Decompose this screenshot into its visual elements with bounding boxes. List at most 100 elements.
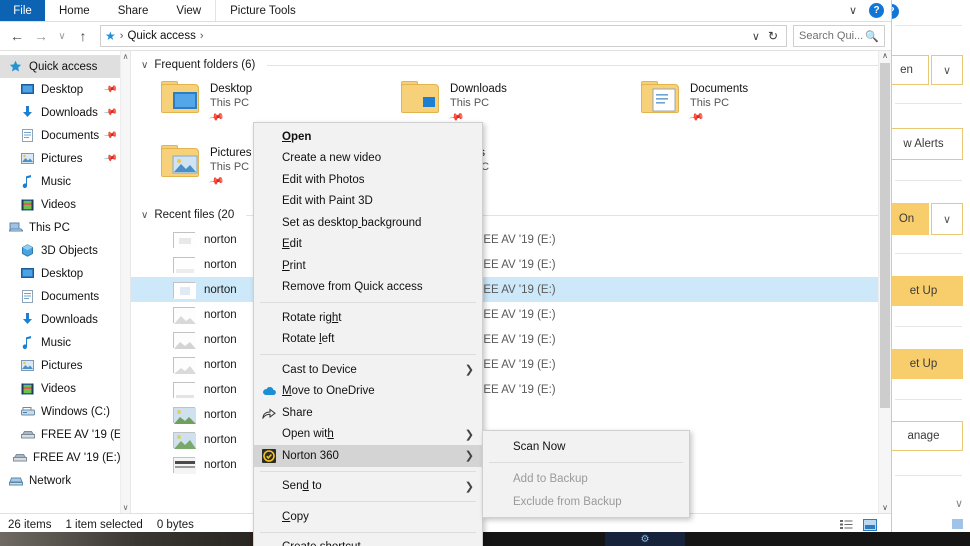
menu-item-edit-with-photos[interactable]: Edit with Photos — [254, 169, 482, 191]
menu-item-cast-to-device[interactable]: Cast to Device❯ — [254, 359, 482, 381]
menu-item-set-as-desktop-background[interactable]: Set as desktop background — [254, 212, 482, 234]
bg-scroll-down-icon[interactable]: ∨ — [955, 497, 963, 510]
menu-item-open[interactable]: Open — [254, 126, 482, 148]
sidebar-item-free-av-19-e[interactable]: FREE AV '19 (E:) — [0, 423, 130, 446]
menu-item-norton-360[interactable]: Norton 360❯ — [254, 445, 482, 467]
file-row[interactable]: nortonFREE AV '19 (E:) — [131, 377, 891, 402]
pin-icon[interactable]: 📌 — [103, 151, 118, 166]
nav-scrollbar[interactable]: ∧ ∨ — [120, 51, 130, 513]
folder-tile[interactable]: DocumentsThis PC📌 — [641, 77, 881, 141]
content-scrollbar[interactable]: ∧ ∨ — [878, 51, 891, 513]
sidebar-item-videos[interactable]: Videos — [0, 193, 130, 216]
submenu-item-scan-now[interactable]: Scan Now — [483, 435, 689, 458]
up-button[interactable]: ↑ — [72, 25, 94, 47]
menu-item-rotate-left[interactable]: Rotate left — [254, 329, 482, 351]
breadcrumb-item-quick-access[interactable]: Quick access — [127, 30, 195, 42]
sidebar-item-downloads[interactable]: Downloads — [0, 308, 130, 331]
menu-item-edit[interactable]: Edit — [254, 234, 482, 256]
menu-item-open-with[interactable]: Open with❯ — [254, 424, 482, 446]
tab-file[interactable]: File — [0, 0, 45, 21]
file-row[interactable]: nortonFREE AV '19 (E:) — [131, 327, 891, 352]
pin-icon[interactable]: 📌 — [208, 173, 225, 189]
menu-item-share[interactable]: Share — [254, 402, 482, 424]
menu-item-remove-from-quick-access[interactable]: Remove from Quick access — [254, 277, 482, 299]
menu-item-print[interactable]: Print — [254, 255, 482, 277]
menu-item-move-to-onedrive[interactable]: Move to OneDrive — [254, 381, 482, 403]
sidebar-item-downloads[interactable]: Downloads📌 — [0, 101, 130, 124]
folder-location: This PC — [690, 97, 748, 109]
sidebar-item-windows-c[interactable]: Windows (C:) — [0, 400, 130, 423]
menu-item-create-shortcut[interactable]: Create shortcut — [254, 537, 482, 546]
menu-item-edit-with-paint-3d[interactable]: Edit with Paint 3D — [254, 191, 482, 213]
menu-item-label: Edit — [282, 238, 302, 250]
pin-icon[interactable]: 📌 — [103, 128, 118, 143]
file-thumbnail-icon — [173, 282, 195, 298]
group-twisty-icon[interactable]: ∨ — [141, 60, 148, 71]
file-row[interactable]: nortonFREE AV '19 (E:) — [131, 227, 891, 252]
menu-item-send-to[interactable]: Send to❯ — [254, 476, 482, 498]
menu-item-rotate-right[interactable]: Rotate right — [254, 307, 482, 329]
tab-view[interactable]: View — [162, 0, 215, 21]
tab-home[interactable]: Home — [45, 0, 104, 21]
pin-icon[interactable]: 📌 — [688, 109, 705, 125]
sidebar-item-network[interactable]: Network — [0, 469, 130, 492]
file-row[interactable]: nortonFREE AV '19 (E:) — [131, 252, 891, 277]
sidebar-item-desktop[interactable]: Desktop — [0, 262, 130, 285]
tab-picture-tools[interactable]: Picture Tools — [215, 0, 310, 21]
group-twisty-icon-2[interactable]: ∨ — [141, 210, 148, 221]
bg-on-chevron-icon[interactable]: ∨ — [931, 203, 963, 235]
recent-locations-button[interactable]: ∨ — [54, 25, 70, 47]
address-history-chevron-down-icon[interactable]: ∨ — [752, 30, 760, 43]
large-icons-view-icon[interactable] — [862, 518, 877, 532]
pin-icon[interactable]: 📌 — [103, 105, 118, 120]
back-button[interactable]: ← — [6, 25, 28, 47]
refresh-icon[interactable]: ↻ — [768, 29, 778, 43]
content-scroll-thumb[interactable] — [880, 63, 890, 408]
sidebar-item-free-av-19-e[interactable]: FREE AV '19 (E:) — [0, 446, 130, 469]
details-view-icon[interactable] — [839, 518, 854, 532]
content-scroll-up-icon[interactable]: ∧ — [879, 51, 891, 60]
forward-button[interactable]: → — [30, 25, 52, 47]
bg-view-alerts-button[interactable]: w Alerts — [884, 128, 963, 160]
menu-item-create-a-new-video[interactable]: Create a new video — [254, 148, 482, 170]
sidebar-item-3d-objects[interactable]: 3D Objects — [0, 239, 130, 262]
sidebar-item-documents[interactable]: Documents📌 — [0, 124, 130, 147]
group-header-frequent-folders[interactable]: ∨ Frequent folders (6) — [131, 51, 891, 75]
menu-item-label: Norton 360 — [282, 450, 339, 462]
bg-manage-button[interactable]: anage — [884, 421, 963, 451]
3d-objects-icon — [20, 244, 35, 258]
file-row[interactable]: norton — [131, 402, 891, 427]
file-row[interactable]: nortonFREE AV '19 (E:) — [131, 352, 891, 377]
bg-set-up-button-2[interactable]: et Up — [884, 349, 963, 379]
pin-icon[interactable]: 📌 — [208, 109, 225, 125]
taskbar-settings-icon[interactable]: ⚙ — [605, 532, 685, 546]
breadcrumb[interactable]: ★ › Quick access › ∨ ↻ — [100, 25, 787, 47]
group-header-recent-files[interactable]: ∨ Recent files (20 — [131, 205, 891, 225]
sidebar-item-documents[interactable]: Documents — [0, 285, 130, 308]
sidebar-item-music[interactable]: Music — [0, 170, 130, 193]
file-row[interactable]: nortonFREE AV '19 (E:) — [131, 277, 891, 302]
bg-open-chevron-icon[interactable]: ∨ — [931, 55, 963, 85]
bg-set-up-button-1[interactable]: et Up — [884, 276, 963, 306]
tab-share[interactable]: Share — [104, 0, 163, 21]
sidebar-item-pictures[interactable]: Pictures📌 — [0, 147, 130, 170]
nav-scroll-down-icon[interactable]: ∨ — [121, 503, 130, 512]
file-row[interactable]: nortonFREE AV '19 (E:) — [131, 302, 891, 327]
sidebar-item-this-pc[interactable]: This PC — [0, 216, 130, 239]
menu-item-label: Copy — [282, 511, 309, 523]
pin-icon[interactable]: 📌 — [103, 82, 118, 97]
search-input[interactable]: Search Qui... 🔍 — [793, 25, 885, 47]
sidebar-item-quick-access[interactable]: Quick access — [0, 55, 130, 78]
search-placeholder: Search Qui... — [799, 30, 865, 42]
sidebar-item-desktop[interactable]: Desktop📌 — [0, 78, 130, 101]
search-icon[interactable]: 🔍 — [865, 30, 879, 43]
nav-scroll-up-icon[interactable]: ∧ — [121, 52, 130, 61]
ribbon-expand-chevron-down-icon[interactable]: ∨ — [849, 4, 857, 17]
menu-item-copy[interactable]: Copy — [254, 506, 482, 528]
help-icon[interactable]: ? — [869, 3, 884, 18]
breadcrumb-sep-2[interactable]: › — [200, 30, 204, 42]
sidebar-item-videos[interactable]: Videos — [0, 377, 130, 400]
sidebar-item-music[interactable]: Music — [0, 331, 130, 354]
sidebar-item-pictures[interactable]: Pictures — [0, 354, 130, 377]
content-scroll-down-icon[interactable]: ∨ — [879, 503, 891, 512]
